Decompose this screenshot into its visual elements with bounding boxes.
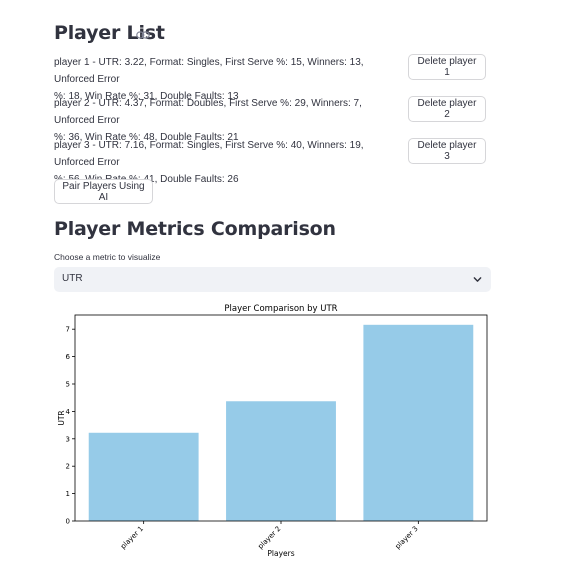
y-tick-label: 2: [66, 463, 70, 471]
bar-player-2: [226, 401, 336, 521]
y-tick-label: 5: [66, 380, 70, 388]
pair-players-button[interactable]: Pair Players Using AI: [54, 179, 153, 204]
delete-player-3-button[interactable]: Delete player 3: [408, 138, 486, 164]
y-tick-label: 1: [66, 490, 70, 498]
y-tick-label: 7: [66, 326, 70, 334]
chart-title: Player Comparison by UTR: [224, 304, 337, 314]
y-tick-label: 6: [66, 353, 71, 361]
bar-player-3: [363, 324, 474, 521]
player-2-details-line1: player 2 - UTR: 4.37, Format: Doubles, F…: [54, 98, 362, 126]
player-3-details-line1: player 3 - UTR: 7.16, Format: Singles, F…: [54, 140, 364, 168]
link-icon[interactable]: [136, 30, 150, 40]
x-tick-label: player 1: [119, 525, 145, 551]
delete-player-2-button[interactable]: Delete player 2: [408, 96, 486, 122]
y-axis-label: UTR: [57, 410, 66, 425]
metric-select-label: Choose a metric to visualize: [54, 252, 161, 262]
y-tick-label: 0: [66, 518, 70, 526]
y-tick-label: 4: [66, 408, 71, 416]
chevron-down-icon: [473, 277, 482, 282]
x-tick-label: player 3: [394, 525, 420, 551]
bar-chart: Player Comparison by UTR player 1 player 2…: [57, 304, 488, 558]
metric-select-value: UTR: [62, 273, 83, 284]
bar-player-1: [88, 432, 199, 521]
x-tick-label: player 2: [256, 525, 282, 551]
metric-select[interactable]: UTR: [54, 267, 491, 292]
x-axis-label: Players: [267, 549, 294, 558]
delete-player-1-button[interactable]: Delete player 1: [408, 54, 486, 80]
player-1-details-line1: player 1 - UTR: 3.22, Format: Singles, F…: [54, 57, 364, 85]
y-tick-label: 3: [66, 435, 70, 443]
metrics-comparison-title: Player Metrics Comparison: [54, 218, 336, 240]
